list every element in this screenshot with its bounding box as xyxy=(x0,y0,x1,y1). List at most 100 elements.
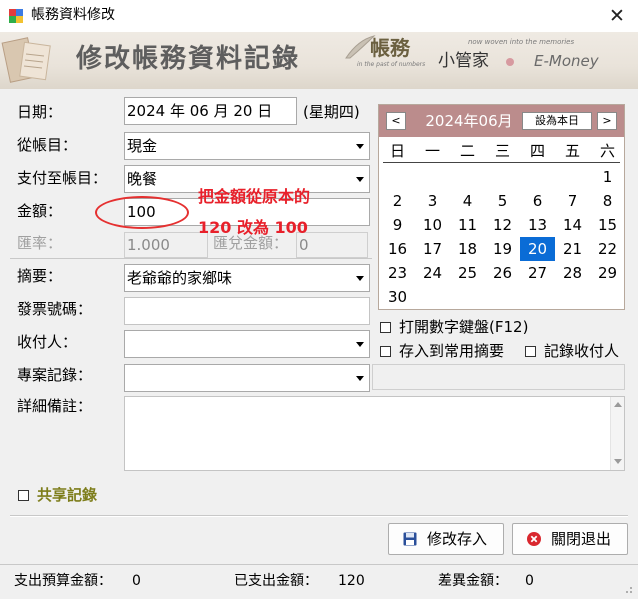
calendar-day[interactable]: 7 xyxy=(555,189,590,213)
calendar-day[interactable]: 19 xyxy=(485,237,520,261)
divider xyxy=(10,258,372,259)
title-bar: 帳務資料修改 ✕ xyxy=(0,0,638,32)
calendar-weekday: 二 xyxy=(459,142,475,160)
logo-subtitle: 小管家 xyxy=(438,51,489,71)
logo-dot-icon xyxy=(506,58,514,66)
floppy-disk-icon xyxy=(403,532,417,546)
close-circle-icon xyxy=(527,532,541,546)
grip-dots-icon xyxy=(626,587,632,593)
date-field[interactable]: 2024 年 06 月 20 日 xyxy=(124,97,297,125)
summary-value: 老爺爺的家鄉味 xyxy=(127,269,233,287)
next-month-button[interactable]: > xyxy=(597,112,617,130)
amount-label: 金額： xyxy=(17,202,63,220)
calendar-weekday: 五 xyxy=(564,142,580,160)
annotation-ellipse xyxy=(95,196,189,229)
logo-english: E-Money xyxy=(534,52,599,70)
logo-script-text-2: in the past of numbers xyxy=(357,61,426,68)
calendar-day[interactable]: 24 xyxy=(415,261,450,285)
calendar-day[interactable]: 9 xyxy=(380,213,415,237)
calendar-day[interactable]: 4 xyxy=(450,189,485,213)
calendar-weekday: 三 xyxy=(494,142,510,160)
numpad-label: 打開數字鍵盤(F12) xyxy=(399,318,529,336)
save-button[interactable]: 修改存入 xyxy=(388,523,504,555)
calendar-day[interactable]: 11 xyxy=(450,213,485,237)
date-label: 日期： xyxy=(17,103,63,121)
calendar-day[interactable]: 13 xyxy=(520,213,555,237)
calendar-day-selected[interactable]: 20 xyxy=(520,237,555,261)
chevron-down-icon[interactable] xyxy=(356,342,364,347)
calendar-day[interactable]: 5 xyxy=(485,189,520,213)
budget-value: 0 xyxy=(132,573,141,589)
rate-label: 匯率： xyxy=(17,234,63,252)
spent-value: 120 xyxy=(338,573,365,589)
chevron-down-icon[interactable] xyxy=(356,376,364,381)
calendar-day[interactable]: 28 xyxy=(555,261,590,285)
record-payee-label: 記錄收付人 xyxy=(544,342,620,360)
calendar-day[interactable]: 16 xyxy=(380,237,415,261)
calendar-day[interactable]: 8 xyxy=(590,189,625,213)
resize-grip-icon[interactable] xyxy=(620,580,634,594)
close-icon[interactable]: ✕ xyxy=(598,2,636,30)
notes-textarea[interactable] xyxy=(124,396,625,471)
calendar-day[interactable]: 12 xyxy=(485,213,520,237)
summary-label: 摘要： xyxy=(17,267,63,285)
calendar-day[interactable]: 23 xyxy=(380,261,415,285)
calendar-day[interactable]: 21 xyxy=(555,237,590,261)
from-account-select[interactable]: 現金 xyxy=(124,132,370,160)
logo-script-text: now woven into the memories xyxy=(468,38,575,46)
scroll-down-icon[interactable] xyxy=(614,459,622,464)
calendar-day[interactable]: 6 xyxy=(520,189,555,213)
calendar-weekday: 六 xyxy=(599,142,615,160)
calendar-day[interactable]: 17 xyxy=(415,237,450,261)
calendar-day[interactable]: 14 xyxy=(555,213,590,237)
numpad-checkbox[interactable] xyxy=(380,322,391,333)
project-label: 專案記錄： xyxy=(17,366,93,384)
chevron-down-icon[interactable] xyxy=(356,144,364,149)
rate-field: 1.000 xyxy=(124,232,208,258)
calendar-day[interactable]: 10 xyxy=(415,213,450,237)
window-title: 帳務資料修改 xyxy=(31,7,115,23)
calendar-weekday: 四 xyxy=(529,142,545,160)
calendar-day[interactable]: 3 xyxy=(415,189,450,213)
weekday-text: (星期四) xyxy=(303,103,360,121)
chevron-down-icon[interactable] xyxy=(356,177,364,182)
calendar-day[interactable]: 30 xyxy=(380,285,415,309)
save-common-checkbox[interactable] xyxy=(380,346,391,357)
from-account-label: 從帳目： xyxy=(17,136,78,154)
calendar-day[interactable]: 29 xyxy=(590,261,625,285)
difference-value: 0 xyxy=(525,573,534,589)
budget-label: 支出預算金額： xyxy=(14,573,112,589)
payee-label: 收付人： xyxy=(17,333,78,351)
set-today-button[interactable]: 設為本日 xyxy=(522,112,592,130)
app-icon xyxy=(9,9,23,23)
spent-label: 已支出金額： xyxy=(234,573,318,589)
invoice-field[interactable] xyxy=(124,297,370,325)
summary-select[interactable]: 老爺爺的家鄉味 xyxy=(124,264,370,292)
prev-month-button[interactable]: < xyxy=(386,112,406,130)
invoice-label: 發票號碼： xyxy=(17,300,93,318)
notebook-decoration-icon xyxy=(1,37,51,83)
to-account-value: 晚餐 xyxy=(127,170,158,188)
save-button-label: 修改存入 xyxy=(427,530,488,548)
calendar-day[interactable]: 25 xyxy=(450,261,485,285)
shared-checkbox[interactable] xyxy=(18,490,29,501)
close-exit-button[interactable]: 關閉退出 xyxy=(512,523,628,555)
chevron-down-icon[interactable] xyxy=(356,276,364,281)
calendar: < 2024年06月 設為本日 > 日一二三四五六 1 2 3 4 5 6 7 8 9 10 11 1… xyxy=(378,104,625,310)
calendar-day[interactable]: 18 xyxy=(450,237,485,261)
calendar-day[interactable]: 2 xyxy=(380,189,415,213)
record-payee-checkbox[interactable] xyxy=(525,346,536,357)
calendar-day[interactable]: 1 xyxy=(590,165,625,189)
notes-scrollbar[interactable] xyxy=(610,397,624,470)
calendar-day[interactable]: 27 xyxy=(520,261,555,285)
project-select[interactable] xyxy=(124,364,370,392)
payee-select[interactable] xyxy=(124,330,370,358)
calendar-day[interactable]: 22 xyxy=(590,237,625,261)
to-account-label: 支付至帳目： xyxy=(17,169,108,187)
footer-divider xyxy=(0,564,638,565)
calendar-day[interactable]: 26 xyxy=(485,261,520,285)
divider-highlight xyxy=(10,516,628,517)
page-title: 修改帳務資料記錄 xyxy=(76,44,301,74)
scroll-up-icon[interactable] xyxy=(614,402,622,407)
calendar-day[interactable]: 15 xyxy=(590,213,625,237)
